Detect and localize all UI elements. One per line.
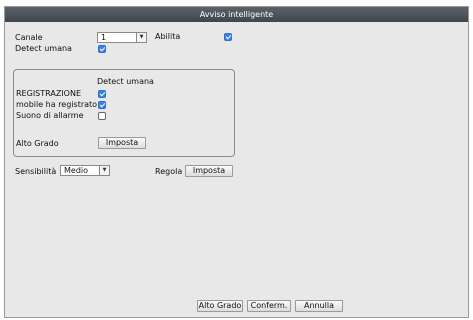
regola-set-button[interactable]: Imposta: [185, 165, 233, 177]
detect-checkbox[interactable]: [98, 45, 106, 53]
dialog-title: Avviso intelligente: [5, 7, 468, 22]
recording-checkbox[interactable]: [98, 90, 106, 98]
mobile-recorded-label: mobile ha registrato: [16, 100, 98, 109]
channel-value: 1: [101, 33, 107, 42]
smart-alert-dialog: Avviso intelligente Canale 1 ▼ Abilita D…: [4, 6, 469, 318]
enable-checkbox[interactable]: [224, 33, 232, 41]
alarm-sound-label: Suono di allarme: [16, 111, 84, 120]
detect-label: Detect umana: [15, 44, 72, 53]
regola-label: Regola: [155, 167, 183, 176]
alto-grado-button[interactable]: Alto Grado: [197, 300, 243, 312]
sensitivity-select[interactable]: Medio ▼: [60, 165, 110, 176]
sensitivity-value: Medio: [64, 166, 89, 175]
mobile-recorded-checkbox[interactable]: [98, 101, 106, 109]
channel-select[interactable]: 1 ▼: [97, 32, 147, 43]
recording-label: REGISTRAZIONE: [16, 89, 82, 98]
channel-label: Canale: [15, 33, 43, 42]
chevron-down-icon: ▼: [136, 33, 146, 42]
confirm-button[interactable]: Conferm.: [247, 300, 291, 312]
detect-group-box: Detect umana REGISTRAZIONE mobile ha reg…: [13, 69, 235, 157]
alarm-sound-checkbox[interactable]: [98, 112, 106, 120]
enable-label: Abilita: [155, 32, 181, 41]
chevron-down-icon: ▼: [99, 166, 109, 175]
sensitivity-label: Sensibilità: [15, 167, 57, 176]
group-header: Detect umana: [97, 77, 154, 86]
group-set-button[interactable]: Imposta: [98, 137, 146, 149]
alto-grado-label: Alto Grado: [16, 139, 59, 148]
cancel-button[interactable]: Annulla: [295, 300, 343, 312]
